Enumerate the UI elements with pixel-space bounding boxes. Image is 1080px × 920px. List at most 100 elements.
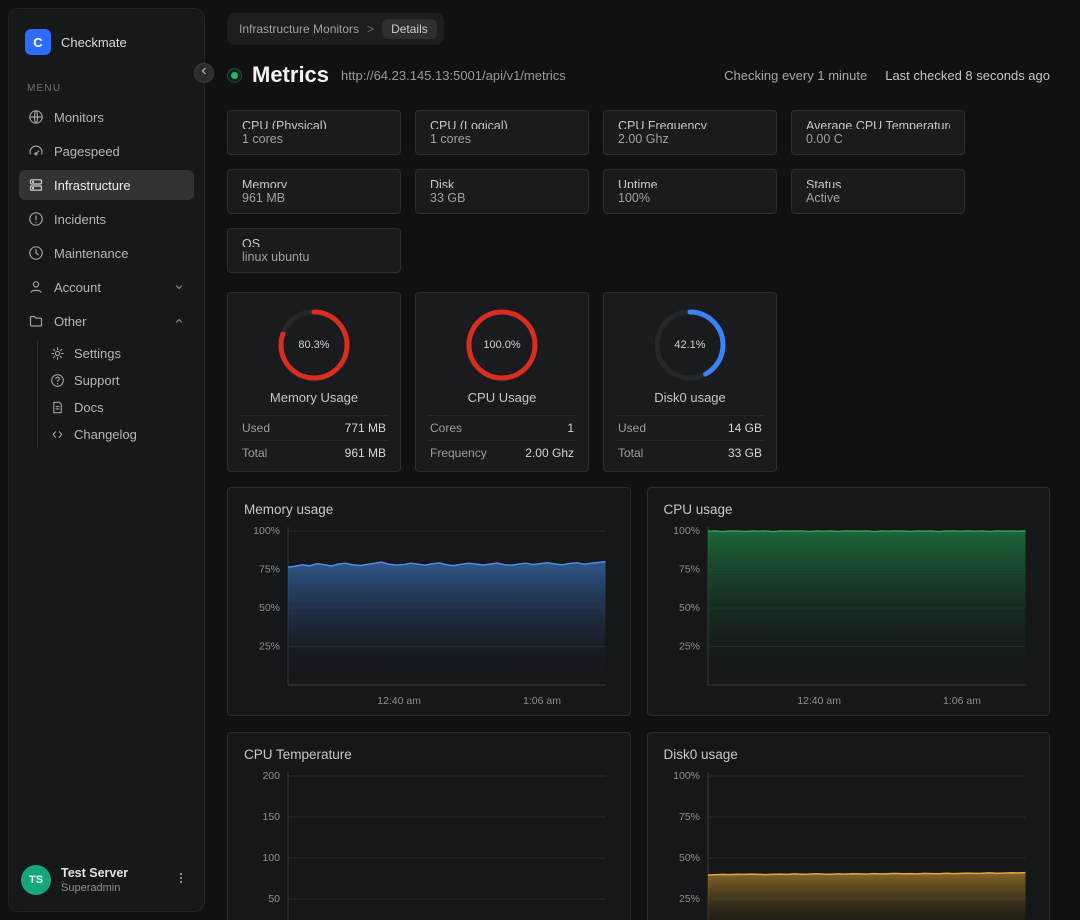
gauge-key: Cores [430, 421, 463, 435]
stat-label: CPU (Physical) [242, 119, 327, 129]
chart-card-disk0-usage: Disk0 usage 100%75%50%25%12:40 am1:06 am [646, 732, 1050, 920]
stat-value: 2.00 Ghz [618, 132, 669, 146]
gauge-value: 2.00 Ghz [525, 446, 574, 460]
breadcrumb-separator: > [367, 22, 375, 36]
sidebar-item-label: Maintenance [54, 245, 129, 261]
user-menu-button[interactable] [170, 867, 192, 894]
stat-label: Uptime [618, 178, 658, 188]
gear-icon [50, 346, 65, 361]
svg-text:100%: 100% [253, 525, 280, 537]
gauge-value: 961 MB [344, 446, 386, 460]
cpu-temperature-chart: 20015010050012:40 am1:06 am [262, 770, 606, 920]
chart-card-cpu-temperature: CPU Temperature 20015010050012:40 am1:06… [227, 732, 631, 920]
breadcrumb-parent[interactable]: Infrastructure Monitors [239, 22, 359, 36]
sidebar-item-pagespeed[interactable]: Pagespeed [19, 136, 194, 166]
status-dot-icon [227, 67, 242, 83]
gauge-key: Frequency [430, 446, 487, 460]
svg-text:25%: 25% [678, 640, 699, 652]
sidebar-item-label: Changelog [74, 427, 137, 442]
sidebar-item-label: Settings [74, 346, 121, 361]
gauge-key: Used [242, 421, 271, 435]
gauge-value: 771 MB [344, 421, 386, 435]
svg-text:100: 100 [262, 852, 280, 864]
gauge-card-memory-usage: 80.3% Memory Usage Used 771 MB Total 961… [227, 292, 401, 472]
alert-circle-icon [28, 211, 44, 227]
gauge-value: 33 GB [727, 446, 762, 460]
svg-text:1:06 am: 1:06 am [943, 695, 981, 707]
gauge-key: Total [242, 446, 268, 460]
sidebar-item-label: Monitors [54, 109, 104, 125]
sidebar-item-docs[interactable]: Docs [41, 394, 194, 421]
stat-label: Memory [242, 178, 288, 188]
gauge-details: Used 14 GB Total 33 GB [616, 415, 764, 465]
gauge-key: Used [618, 421, 647, 435]
stat-value: 961 MB [242, 191, 286, 205]
help-circle-icon [50, 373, 65, 388]
sidebar-item-infrastructure[interactable]: Infrastructure [19, 170, 194, 200]
breadcrumb: Infrastructure Monitors > Details [227, 13, 444, 45]
stat-card-memory: Memory 961 MB [227, 169, 401, 214]
sidebar-item-settings[interactable]: Settings [41, 340, 194, 367]
stat-card-status: Status Active [791, 169, 965, 214]
sidebar-item-changelog[interactable]: Changelog [41, 421, 194, 448]
stat-value: 100% [618, 191, 650, 205]
sidebar-item-label: Account [54, 279, 101, 295]
sidebar-item-maintenance[interactable]: Maintenance [19, 238, 194, 268]
monitor-url: http://64.23.145.13:5001/api/v1/metrics [341, 67, 566, 83]
gauge-detail-row: Used 771 MB [240, 415, 388, 440]
sidebar-collapse-button[interactable] [194, 63, 214, 83]
stat-card-cpu-frequency: CPU Frequency 2.00 Ghz [603, 110, 777, 155]
stat-card-cpu-physical: CPU (Physical) 1 cores [227, 110, 401, 155]
document-icon [50, 400, 65, 415]
sidebar-item-label: Support [74, 373, 120, 388]
gauge-details: Used 771 MB Total 961 MB [240, 415, 388, 465]
stat-card-disk: Disk 33 GB [415, 169, 589, 214]
svg-text:12:40 am: 12:40 am [377, 695, 421, 707]
svg-text:25%: 25% [259, 640, 280, 652]
chart-title: Memory usage [244, 502, 334, 517]
sidebar-item-account[interactable]: Account [19, 272, 194, 302]
sidebar-item-other[interactable]: Other [19, 306, 194, 336]
svg-text:50%: 50% [678, 852, 699, 864]
stat-card-os: OS linux ubuntu [227, 228, 401, 273]
chevron-down-icon [173, 281, 185, 293]
app-logo: C Checkmate [9, 9, 204, 69]
svg-text:75%: 75% [678, 811, 699, 823]
stat-value: 0.00 C [806, 132, 843, 146]
main-content: Infrastructure Monitors > Details Metric… [205, 0, 1080, 920]
gauge-value: 1 [567, 421, 574, 435]
svg-text:12:40 am: 12:40 am [797, 695, 841, 707]
app-window: C Checkmate MENU Monitors Pagespeed Infr… [0, 0, 1080, 920]
sidebar-item-monitors[interactable]: Monitors [19, 102, 194, 132]
sidebar-item-label: Pagespeed [54, 143, 120, 159]
svg-text:75%: 75% [678, 563, 699, 575]
sidebar-item-label: Infrastructure [54, 177, 131, 193]
check-interval-text: Checking every 1 minute [724, 67, 868, 83]
chart-title: CPU Temperature [244, 747, 352, 762]
gauge-detail-row: Used 14 GB [616, 415, 764, 440]
sidebar-item-incidents[interactable]: Incidents [19, 204, 194, 234]
menu-section-label: MENU [27, 83, 62, 94]
stat-label: CPU (Logical) [430, 119, 508, 129]
sidebar-item-label: Other [54, 313, 87, 329]
gauge-donut: 100.0% [428, 307, 576, 383]
sidebar-item-support[interactable]: Support [41, 367, 194, 394]
svg-text:150: 150 [262, 811, 280, 823]
stat-label: Status [806, 178, 842, 188]
gauge-detail-row: Total 33 GB [616, 440, 764, 465]
folder-icon [28, 313, 44, 329]
stats-grid: CPU (Physical) 1 cores CPU (Logical) 1 c… [227, 110, 1050, 273]
svg-text:50%: 50% [678, 602, 699, 614]
stat-label: OS [242, 237, 261, 247]
gauge-card-disk0-usage: 42.1% Disk0 usage Used 14 GB Total 33 GB [603, 292, 777, 472]
chevron-left-icon [198, 64, 210, 82]
stat-label: CPU Frequency [618, 119, 707, 129]
gauge-percent: 80.3% [298, 339, 329, 351]
gauge-details: Cores 1 Frequency 2.00 Ghz [428, 415, 576, 465]
sidebar-nav: Monitors Pagespeed Infrastructure Incide… [9, 100, 204, 450]
stat-card-avg-cpu-temperature: Average CPU Temperature 0.00 C [791, 110, 965, 155]
sidebar-other-sublist: Settings Support Docs Changelog [37, 340, 194, 448]
charts-grid: Memory usage 100% 75% 50% 25% 12:40 am 1:06 a… [227, 487, 1050, 920]
breadcrumb-current: Details [382, 19, 437, 39]
svg-text:100%: 100% [673, 525, 700, 537]
